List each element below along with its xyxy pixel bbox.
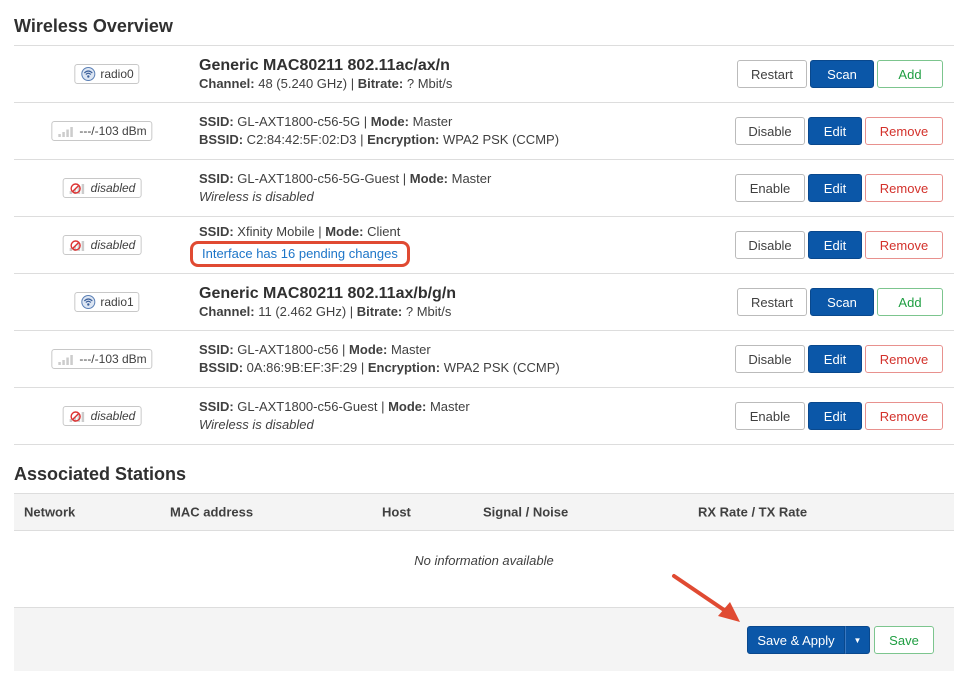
device-info: Generic MAC80211 802.11ac/ax/n Channel: … xyxy=(199,46,452,102)
bssid-line: BSSID: 0A:86:9B:EF:3F:29 | Encryption: W… xyxy=(199,360,560,375)
edit-button[interactable]: Edit xyxy=(808,174,862,202)
disabled-badge: disabled xyxy=(62,235,142,255)
disable-button[interactable]: Disable xyxy=(735,345,805,373)
status-text: Wireless is disabled xyxy=(199,417,314,432)
ssid-line: SSID: GL-AXT1800-c56-5G | Mode: Master xyxy=(199,114,453,129)
device-title: Generic MAC80211 802.11ac/ax/n xyxy=(199,56,450,74)
edit-button[interactable]: Edit xyxy=(808,117,862,145)
wireless-overview-title: Wireless Overview xyxy=(14,16,173,36)
ssid-line: SSID: GL-AXT1800-c56 | Mode: Master xyxy=(199,342,431,357)
restart-button[interactable]: Restart xyxy=(737,288,807,316)
signal-badge: ---/-103 dBm xyxy=(51,121,153,141)
annotation-arrow-icon xyxy=(672,574,740,622)
column-header-signal-noise: Signal / Noise xyxy=(483,504,569,520)
signal-badge-label: ---/-103 dBm xyxy=(79,352,147,366)
ssid-line: SSID: GL-AXT1800-c56-Guest | Mode: Maste… xyxy=(199,399,470,414)
remove-button[interactable]: Remove xyxy=(865,117,943,145)
save-button[interactable]: Save xyxy=(874,626,934,654)
device-details: Channel: 11 (2.462 GHz) | Bitrate: ? Mbi… xyxy=(199,303,452,319)
wifi-radio-icon xyxy=(81,67,96,81)
save-apply-group: Save & Apply ▼ xyxy=(747,626,870,654)
network-row: disabled SSID: GL-AXT1800-c56-5G-Guest |… xyxy=(14,159,954,216)
device-title: Generic MAC80211 802.11ax/b/g/n xyxy=(199,284,457,302)
ssid-line: SSID: GL-AXT1800-c56-5G-Guest | Mode: Ma… xyxy=(199,171,492,186)
network-row: disabled SSID: GL-AXT1800-c56-Guest | Mo… xyxy=(14,387,954,445)
network-row: ---/-103 dBm SSID: GL-AXT1800-c56 | Mode… xyxy=(14,330,954,387)
edit-button[interactable]: Edit xyxy=(808,231,862,259)
signal-bars-icon xyxy=(58,127,73,137)
signal-disabled-icon xyxy=(69,182,85,194)
wifi-radio-icon xyxy=(81,295,96,309)
column-header-host: Host xyxy=(382,504,411,520)
associated-stations-title: Associated Stations xyxy=(14,464,187,484)
signal-bars-icon xyxy=(58,355,73,365)
stations-table: Network MAC address Host Signal / Noise … xyxy=(14,493,954,590)
table-header: Network MAC address Host Signal / Noise … xyxy=(14,493,954,531)
pending-changes-highlight: Interface has 16 pending changes xyxy=(190,241,410,267)
enable-button[interactable]: Enable xyxy=(735,402,805,430)
status-text: Wireless is disabled xyxy=(199,189,314,204)
remove-button[interactable]: Remove xyxy=(865,402,943,430)
row-actions: Restart Scan Add xyxy=(737,288,943,316)
pending-changes-link[interactable]: Interface has 16 pending changes xyxy=(190,241,410,267)
network-info: SSID: Xfinity Mobile | Mode: Client Inte… xyxy=(190,217,410,273)
row-actions: Restart Scan Add xyxy=(737,60,943,88)
add-button[interactable]: Add xyxy=(877,288,943,316)
ssid-line: SSID: Xfinity Mobile | Mode: Client xyxy=(199,224,401,239)
disable-button[interactable]: Disable xyxy=(735,117,805,145)
remove-button[interactable]: Remove xyxy=(865,231,943,259)
signal-disabled-icon xyxy=(69,410,85,422)
device-info: Generic MAC80211 802.11ax/b/g/n Channel:… xyxy=(199,274,456,330)
network-info: SSID: GL-AXT1800-c56 | Mode: Master BSSI… xyxy=(199,331,560,387)
network-info: SSID: GL-AXT1800-c56-5G-Guest | Mode: Ma… xyxy=(199,160,491,216)
row-actions: Enable Edit Remove xyxy=(735,402,943,430)
radio-badge-label: radio0 xyxy=(100,67,134,81)
page-actions-bar: Save & Apply ▼ Save xyxy=(14,607,954,671)
remove-button[interactable]: Remove xyxy=(865,345,943,373)
caret-down-icon: ▼ xyxy=(853,635,862,645)
add-button[interactable]: Add xyxy=(877,60,943,88)
disabled-badge-label: disabled xyxy=(90,409,136,423)
scan-button[interactable]: Scan xyxy=(810,288,874,316)
remove-button[interactable]: Remove xyxy=(865,174,943,202)
network-info: SSID: GL-AXT1800-c56-Guest | Mode: Maste… xyxy=(199,388,470,444)
radio-badge: radio1 xyxy=(74,292,140,312)
row-actions: Disable Edit Remove xyxy=(735,231,943,259)
save-apply-button[interactable]: Save & Apply xyxy=(747,626,845,654)
row-actions: Enable Edit Remove xyxy=(735,174,943,202)
radio-row: radio0 Generic MAC80211 802.11ac/ax/n Ch… xyxy=(14,45,954,102)
radio-badge: radio0 xyxy=(74,64,140,84)
column-header-rx-tx-rate: RX Rate / TX Rate xyxy=(698,504,808,520)
disabled-badge: disabled xyxy=(62,178,142,198)
device-details: Channel: 48 (5.240 GHz) | Bitrate: ? Mbi… xyxy=(199,75,453,91)
enable-button[interactable]: Enable xyxy=(735,174,805,202)
edit-button[interactable]: Edit xyxy=(808,345,862,373)
disable-button[interactable]: Disable xyxy=(735,231,805,259)
bssid-line: BSSID: C2:84:42:5F:02:D3 | Encryption: W… xyxy=(199,132,560,147)
wireless-table: radio0 Generic MAC80211 802.11ac/ax/n Ch… xyxy=(14,45,954,445)
save-apply-dropdown[interactable]: ▼ xyxy=(845,626,870,654)
disabled-badge-label: disabled xyxy=(90,238,136,252)
radio-badge-label: radio1 xyxy=(100,295,134,309)
row-actions: Disable Edit Remove xyxy=(735,345,943,373)
network-info: SSID: GL-AXT1800-c56-5G | Mode: Master B… xyxy=(199,103,559,159)
signal-badge: ---/-103 dBm xyxy=(51,349,153,369)
network-row: disabled SSID: Xfinity Mobile | Mode: Cl… xyxy=(14,216,954,273)
empty-table-message: No information available xyxy=(414,553,554,568)
column-header-network: Network xyxy=(24,504,76,520)
column-header-mac: MAC address xyxy=(170,504,254,520)
disabled-badge-label: disabled xyxy=(90,181,136,195)
signal-badge-label: ---/-103 dBm xyxy=(79,124,147,138)
restart-button[interactable]: Restart xyxy=(737,60,807,88)
scan-button[interactable]: Scan xyxy=(810,60,874,88)
row-actions: Disable Edit Remove xyxy=(735,117,943,145)
signal-disabled-icon xyxy=(69,239,85,251)
radio-row: radio1 Generic MAC80211 802.11ax/b/g/n C… xyxy=(14,273,954,330)
network-row: ---/-103 dBm SSID: GL-AXT1800-c56-5G | M… xyxy=(14,102,954,159)
disabled-badge: disabled xyxy=(62,406,142,426)
edit-button[interactable]: Edit xyxy=(808,402,862,430)
